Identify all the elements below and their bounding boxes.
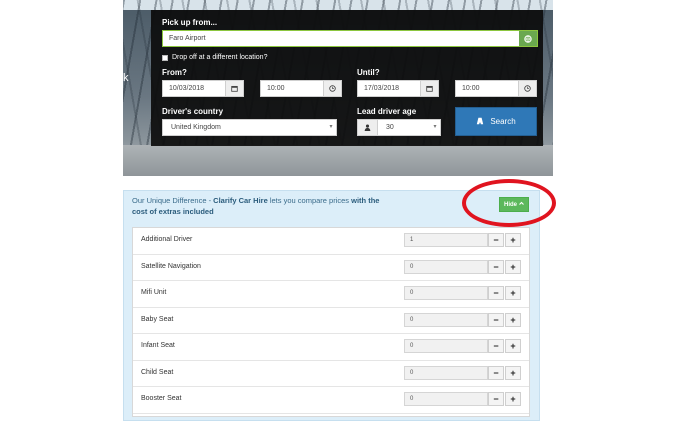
decrement-button[interactable]: − [488, 233, 504, 247]
decrement-button[interactable]: − [488, 365, 504, 380]
dropoff-checkbox-row[interactable]: Drop off at a different location? [162, 54, 267, 61]
dropoff-checkbox[interactable] [162, 54, 168, 61]
age-value: 30 [386, 124, 394, 131]
road-surface [123, 145, 553, 176]
extra-quantity-input[interactable]: 0 [404, 339, 488, 353]
increment-button[interactable]: + [505, 339, 521, 353]
from-date-value: 10/03/2018 [169, 85, 205, 92]
extra-quantity-input[interactable]: 0 [404, 259, 488, 274]
pickup-value: Faro Airport [169, 35, 206, 42]
extra-name: Baby Seat [141, 315, 174, 323]
until-label: Until? [357, 68, 380, 77]
increment-button[interactable]: + [505, 286, 521, 300]
search-button[interactable]: Search [455, 107, 537, 136]
chevron-down-icon: ▾ [329, 124, 333, 130]
increment-button[interactable]: + [505, 392, 521, 406]
age-label: Lead driver age [357, 107, 417, 116]
clock-icon[interactable] [323, 81, 341, 96]
chevron-down-icon: ▾ [433, 124, 437, 130]
pickup-label: Pick up from... [162, 18, 218, 27]
until-time-input[interactable]: 10:00 [455, 80, 537, 97]
extra-quantity-input[interactable]: 0 [404, 392, 488, 406]
age-select[interactable]: 30 ▾ [357, 119, 441, 136]
until-date-value: 17/03/2018 [364, 85, 400, 92]
from-label: From? [162, 68, 187, 77]
increment-button[interactable]: + [505, 233, 521, 247]
extra-row: Satellite Navigation 0− + [133, 255, 529, 281]
country-select[interactable]: United Kingdom ▾ [162, 119, 337, 136]
page: k Pick up from... Faro Airport Drop off … [0, 0, 675, 421]
extra-row: Mifi Unit 0− + [133, 281, 529, 308]
extra-name: Additional Driver [141, 236, 193, 243]
extras-intro-brand: Clarify Car Hire [213, 196, 268, 205]
country-label: Driver's country [162, 107, 224, 116]
extra-name: Booster Seat [141, 395, 182, 402]
until-time-value: 10:00 [462, 85, 480, 92]
search-button-label: Search [490, 117, 516, 126]
extra-name: Satellite Navigation [141, 262, 201, 270]
decrement-button[interactable]: − [488, 286, 504, 300]
extras-intro: Our Unique Difference - Clarify Car Hire… [132, 195, 392, 217]
extra-row: Additional Driver 1− + [133, 228, 529, 255]
extra-quantity-input[interactable]: 1 [404, 233, 488, 247]
until-date-input[interactable]: 17/03/2018 [357, 80, 439, 97]
from-date-input[interactable]: 10/03/2018 [162, 80, 244, 97]
side-text-fragment: k [123, 72, 129, 84]
road-icon [476, 117, 484, 127]
highlight-circle [462, 179, 556, 227]
from-time-input[interactable]: 10:00 [260, 80, 342, 97]
extra-row: Infant Seat 0− + [133, 334, 529, 361]
country-value: United Kingdom [171, 124, 221, 131]
decrement-button[interactable]: − [488, 392, 504, 406]
pickup-input[interactable]: Faro Airport [162, 30, 538, 47]
calendar-icon[interactable] [420, 81, 438, 96]
decrement-button[interactable]: − [488, 259, 504, 274]
extras-intro-prefix: Our Unique Difference - [132, 196, 214, 205]
extra-row: Baby Seat 0− + [133, 308, 529, 334]
decrement-button[interactable]: − [488, 312, 504, 327]
extra-name: Infant Seat [141, 342, 175, 349]
extra-quantity-input[interactable]: 0 [404, 286, 488, 300]
extra-quantity-input[interactable]: 0 [404, 365, 488, 380]
increment-button[interactable]: + [505, 312, 521, 327]
extra-row: Child Seat 0− + [133, 361, 529, 387]
extras-list: Additional Driver 1− + Satellite Navigation… [132, 227, 530, 417]
extra-name: Mifi Unit [141, 289, 167, 296]
calendar-icon[interactable] [225, 81, 243, 96]
extra-quantity-input[interactable]: 0 [404, 312, 488, 327]
person-icon [358, 120, 378, 135]
decrement-button[interactable]: − [488, 339, 504, 353]
from-time-value: 10:00 [267, 85, 285, 92]
extra-row: Booster Seat 0− + [133, 387, 529, 414]
clock-icon[interactable] [518, 81, 536, 96]
extras-intro-middle: lets you compare prices [267, 196, 352, 205]
extra-name: Child Seat [141, 368, 174, 376]
increment-button[interactable]: + [505, 259, 521, 274]
dropoff-checkbox-label: Drop off at a different location? [172, 54, 268, 61]
increment-button[interactable]: + [505, 365, 521, 380]
globe-icon[interactable] [519, 31, 537, 46]
